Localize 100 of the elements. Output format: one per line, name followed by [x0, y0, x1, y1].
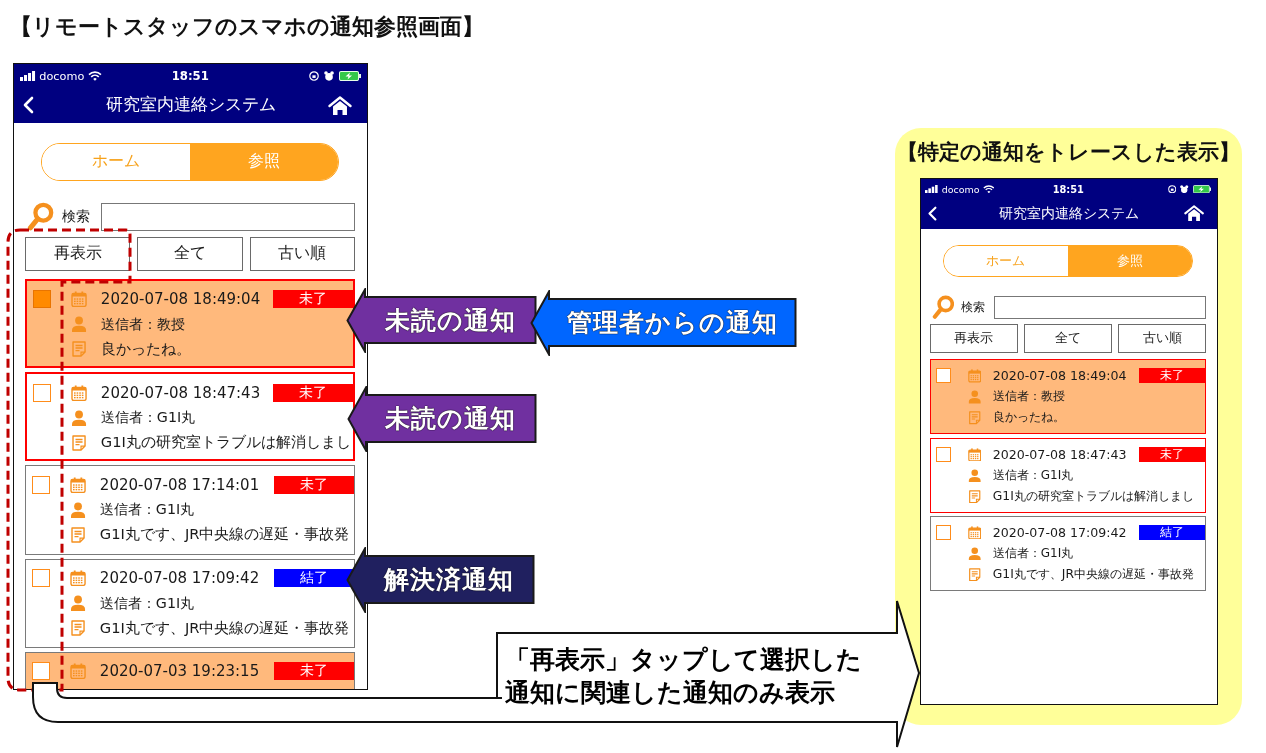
message-text: G1I丸です、JR中央線の遅延・事故発 — [99, 618, 350, 638]
note-icon — [967, 567, 982, 582]
message-text: G1I丸の研究室トラブルは解消しまし — [100, 433, 351, 453]
notification-card[interactable]: 2020-07-08 17:09:42 結了 送信者：G1I丸 G1I丸です、JR中央線の遅延・事故発 — [929, 516, 1207, 592]
search-icon — [27, 202, 55, 232]
wifi-icon — [88, 70, 102, 81]
status-badge: 結了 — [1138, 525, 1206, 541]
person-icon — [69, 595, 86, 612]
checkbox[interactable] — [31, 475, 50, 494]
action-button[interactable]: 再表示 — [24, 236, 131, 271]
app-title: 研究室内連絡システム — [105, 94, 276, 117]
sender-text: 送信者：教授 — [100, 314, 185, 334]
back-icon[interactable] — [926, 206, 937, 222]
date-time-text: 2020-07-08 17:14:01 — [99, 475, 261, 494]
notification-card[interactable]: 2020-07-08 18:47:43 未了 送信者：G1I丸 G1I丸の研究室トラブルは解消しまし — [24, 372, 355, 462]
sender-text: 送信者：G1I丸 — [99, 500, 195, 520]
notification-card[interactable]: 2020-07-08 17:09:42 結了 送信者：G1I丸 G1I丸です、JR中央線の遅延・事故発 — [24, 558, 355, 648]
checkbox[interactable] — [935, 446, 951, 462]
note-icon — [69, 620, 86, 637]
action-button[interactable]: 全て — [1023, 324, 1113, 353]
sender-text: 送信者：教授 — [992, 388, 1065, 406]
battery-icon — [338, 70, 361, 81]
home-icon[interactable] — [1183, 205, 1204, 223]
notification-card[interactable]: 2020-07-03 19:23:15 未了 — [24, 651, 355, 689]
person-icon — [967, 546, 982, 561]
search-label: 検索 — [61, 207, 90, 226]
status-badge: 未了 — [273, 290, 353, 309]
message-text: G1I丸です、JR中央線の遅延・事故発 — [99, 525, 350, 545]
home-icon[interactable] — [328, 95, 352, 116]
calendar-icon — [967, 447, 982, 461]
panel-heading: 【特定の通知をトレースした表示】 — [897, 139, 1240, 166]
callout-text: 未読の通知 — [383, 304, 517, 337]
note-icon — [70, 434, 87, 451]
callout-text: 管理者からの通知 — [565, 307, 779, 339]
slide-heading: 【リモートスタッフのスマホの通知参照画面】 — [10, 13, 484, 41]
search-field[interactable] — [993, 295, 1207, 320]
date-time-text: 2020-07-08 18:47:43 — [992, 446, 1128, 462]
calendar-icon — [69, 476, 86, 493]
search-field[interactable] — [100, 202, 355, 231]
message-text: G1I丸です、JR中央線の遅延・事故発 — [992, 566, 1194, 584]
status-badge: 結了 — [274, 569, 354, 588]
status-badge: 未了 — [274, 475, 354, 494]
wifi-icon — [982, 184, 995, 194]
search-icon — [931, 295, 955, 320]
note-icon — [967, 489, 982, 504]
sender-text: 送信者：G1I丸 — [992, 466, 1074, 484]
signal-icon — [925, 184, 939, 194]
notification-card[interactable]: 2020-07-08 18:49:04 未了 送信者：教授 良かったね。 — [24, 278, 355, 368]
message-text: 良かったね。 — [992, 409, 1065, 427]
lock-circle-icon — [1167, 184, 1177, 194]
calendar-icon — [967, 369, 982, 383]
notification-card[interactable]: 2020-07-08 18:49:04 未了 送信者：教授 良かったね。 — [929, 359, 1207, 435]
note-icon — [70, 341, 87, 358]
checkbox[interactable] — [31, 662, 50, 681]
lock-circle-icon — [309, 70, 320, 81]
calendar-icon — [70, 384, 87, 401]
alarm-clock-icon — [323, 70, 334, 81]
action-button[interactable]: 古い順 — [1118, 324, 1207, 353]
message-text: G1I丸の研究室トラブルは解消しまし — [992, 487, 1194, 505]
action-button[interactable]: 再表示 — [929, 324, 1018, 353]
status-badge: 未了 — [1138, 368, 1206, 384]
calendar-icon — [967, 525, 982, 540]
date-time-text: 2020-07-08 18:49:04 — [992, 368, 1128, 384]
status-badge: 未了 — [274, 662, 354, 681]
sender-text: 送信者：G1I丸 — [992, 545, 1074, 563]
note-icon — [967, 411, 982, 425]
person-icon — [69, 501, 86, 518]
checkbox[interactable] — [31, 569, 50, 588]
carrier-name: docomo — [941, 183, 980, 195]
date-time-text: 2020-07-08 17:09:42 — [992, 525, 1128, 541]
callout-text: 解決済通知 — [382, 564, 515, 596]
alarm-clock-icon — [1180, 184, 1189, 194]
status-badge: 未了 — [273, 383, 353, 402]
callout-text: 未読の通知 — [384, 403, 517, 435]
checkbox[interactable] — [32, 290, 51, 309]
date-time-text: 2020-07-08 17:09:42 — [99, 569, 261, 588]
person-icon — [967, 468, 982, 483]
sender-text: 送信者：G1I丸 — [100, 408, 196, 428]
calendar-icon — [70, 291, 87, 308]
message-text: 良かったね。 — [100, 339, 191, 359]
person-icon — [70, 409, 87, 426]
person-icon — [967, 390, 982, 404]
action-button[interactable]: 全て — [137, 236, 243, 271]
sender-text: 送信者：G1I丸 — [99, 593, 195, 613]
back-icon[interactable] — [21, 96, 34, 115]
callout-text: 「再表示」タップして選択した通知に関連した通知のみ表示 — [505, 644, 863, 709]
notification-card[interactable]: 2020-07-08 17:14:01 未了 送信者：G1I丸 G1I丸です、JR中央線の遅延・事故発 — [24, 465, 355, 555]
action-button[interactable]: 古い順 — [249, 236, 355, 271]
search-label: 検索 — [960, 299, 985, 315]
carrier-name: docomo — [39, 69, 85, 83]
notification-card[interactable]: 2020-07-08 18:47:43 未了 送信者：G1I丸 G1I丸の研究室トラブルは解消しまし — [929, 437, 1207, 513]
date-time-text: 2020-07-08 18:49:04 — [100, 290, 262, 309]
checkbox[interactable] — [32, 383, 51, 402]
status-badge: 未了 — [1138, 446, 1206, 462]
note-icon — [69, 526, 86, 543]
checkbox[interactable] — [935, 525, 951, 541]
checkbox[interactable] — [935, 368, 951, 384]
date-time-text: 2020-07-03 19:23:15 — [99, 662, 261, 681]
calendar-icon — [69, 663, 86, 680]
date-time-text: 2020-07-08 18:47:43 — [100, 383, 262, 402]
